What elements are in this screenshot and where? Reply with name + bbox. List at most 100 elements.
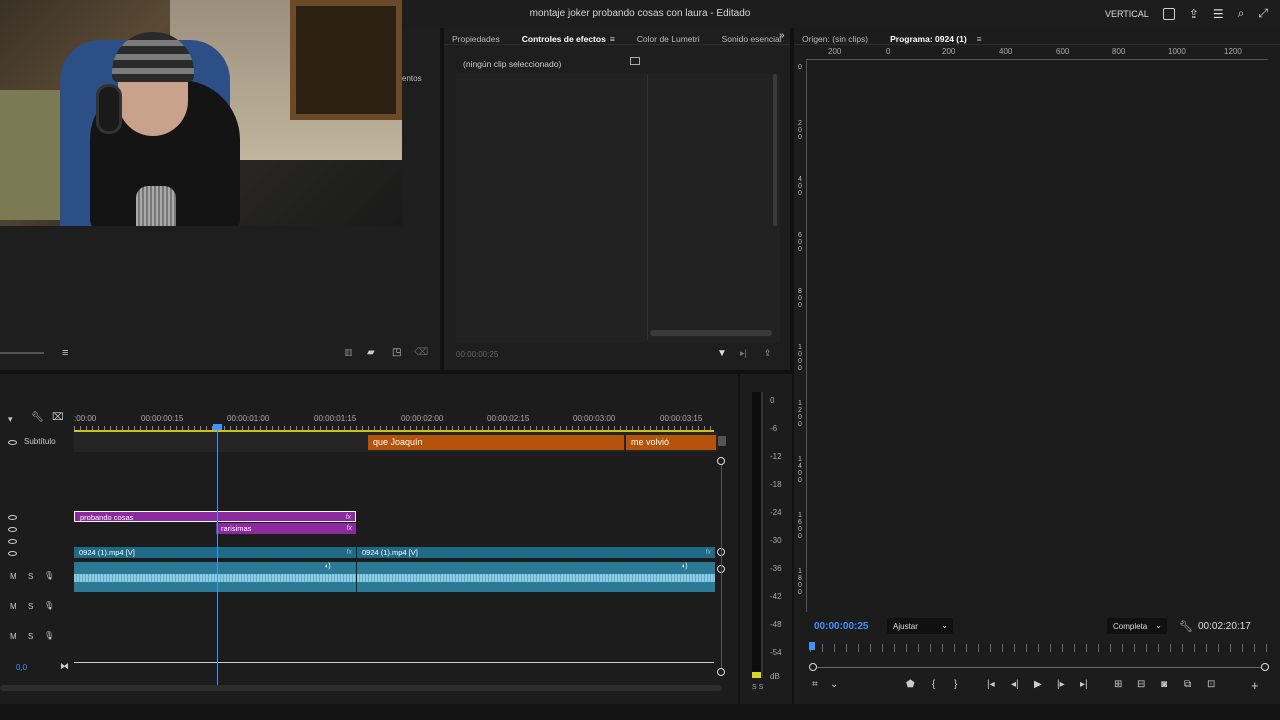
- step-back-icon[interactable]: ◂|: [1011, 679, 1019, 690]
- tab-menu-icon[interactable]: ≡: [610, 34, 615, 44]
- mute-button[interactable]: M: [10, 632, 17, 641]
- meter-solo-labels[interactable]: S S: [752, 684, 763, 691]
- share-icon[interactable]: ⇪: [1189, 7, 1199, 21]
- quality-dropdown[interactable]: Completa ⌄: [1107, 618, 1167, 634]
- subtitle-clip[interactable]: que Joaquín: [368, 435, 624, 450]
- new-item-icon[interactable]: ◳: [392, 347, 401, 358]
- speaker-icon: ◖): [324, 563, 331, 570]
- vertical-scrollbar[interactable]: [773, 74, 777, 226]
- filter-icon[interactable]: ▼: [717, 348, 727, 359]
- snap-icon[interactable]: ▾: [8, 414, 13, 425]
- tab-essential-sound[interactable]: Sonido esencial: [722, 34, 782, 44]
- horizontal-scrollbar[interactable]: [650, 330, 772, 336]
- solo-button[interactable]: S: [28, 602, 33, 611]
- audio-clip[interactable]: ◖): [74, 562, 356, 592]
- scroll-start-handle[interactable]: [809, 663, 817, 671]
- horizontal-scrollbar[interactable]: [0, 685, 722, 691]
- workspace-label[interactable]: VERTICAL: [1105, 9, 1149, 19]
- graphic-clip[interactable]: rarisimas fx: [216, 523, 356, 534]
- captions-icon[interactable]: ⌧: [52, 412, 64, 423]
- meter-bar: [752, 392, 761, 678]
- clip-label: probando cosas: [80, 513, 134, 522]
- speaker-icon: ◖): [681, 563, 688, 570]
- divider: [794, 44, 1280, 45]
- scroll-handle[interactable]: [717, 668, 725, 676]
- audio-clip[interactable]: ◖): [357, 562, 715, 592]
- multicam-icon[interactable]: ⊡: [1207, 679, 1215, 690]
- play-icon[interactable]: ▶: [1034, 679, 1042, 690]
- compare-icon[interactable]: ⧉: [1184, 679, 1191, 690]
- play-only-icon[interactable]: ▸|: [740, 348, 747, 359]
- zoom-slider[interactable]: [0, 352, 44, 354]
- mark-in-icon[interactable]: {: [932, 679, 935, 690]
- master-volume[interactable]: 0,0: [16, 663, 27, 672]
- solo-button[interactable]: S: [28, 572, 33, 581]
- mark-out-icon[interactable]: }: [954, 679, 957, 690]
- marker-icon[interactable]: ⬟: [906, 679, 915, 690]
- solo-button[interactable]: S: [28, 632, 33, 641]
- eye-icon[interactable]: [8, 515, 17, 520]
- room-window: [290, 0, 402, 120]
- fit-dropdown[interactable]: Ajustar ⌄: [887, 618, 953, 634]
- panel-icon[interactable]: [1162, 7, 1175, 20]
- overflow-icon[interactable]: »: [779, 30, 785, 41]
- eye-icon[interactable]: [8, 539, 17, 544]
- subtitle-clip[interactable]: me volvió: [626, 435, 716, 450]
- program-menu-icon[interactable]: ≡: [977, 34, 982, 44]
- master-track-icon[interactable]: ⧓: [60, 661, 69, 672]
- mic-icon[interactable]: 🎙︎: [44, 631, 54, 640]
- linked-icon[interactable]: 🔧︎: [31, 412, 44, 423]
- camera-icon[interactable]: ◙: [1161, 679, 1167, 690]
- go-to-out-icon[interactable]: ▸|: [1080, 679, 1088, 690]
- expand-icon[interactable]: [630, 57, 640, 65]
- mute-button[interactable]: M: [10, 602, 17, 611]
- eye-icon[interactable]: [8, 527, 17, 532]
- current-timecode[interactable]: 00:00:00:25: [814, 621, 868, 632]
- eye-icon[interactable]: [8, 551, 17, 556]
- graphic-clip[interactable]: probando cosas fx: [74, 511, 356, 522]
- fx-badge: fx: [346, 549, 352, 556]
- tab-program[interactable]: Programa: 0924 (1): [890, 34, 967, 44]
- tab-source[interactable]: Origen: (sin clips): [802, 34, 868, 44]
- ruler-label: 00:00:03:15: [660, 414, 703, 423]
- go-to-in-icon[interactable]: |◂: [987, 679, 995, 690]
- mic-icon[interactable]: 🎙︎: [44, 571, 54, 580]
- meter-label: -24: [770, 508, 782, 517]
- step-forward-icon[interactable]: |▸: [1057, 679, 1065, 690]
- timeline-ruler[interactable]: :00:00 00:00:00:15 00:00:01:00 00:00:01:…: [74, 412, 718, 432]
- scroll-end-handle[interactable]: [1261, 663, 1269, 671]
- wrench-icon[interactable]: 🔧︎: [1179, 620, 1193, 633]
- add-button-icon[interactable]: +: [1251, 678, 1259, 693]
- scroll-handle[interactable]: [717, 457, 725, 465]
- divider: [444, 44, 790, 45]
- playhead-handle[interactable]: [213, 424, 222, 430]
- mute-button[interactable]: M: [10, 572, 17, 581]
- settings-chevron-icon[interactable]: ⌄: [830, 679, 838, 690]
- fullscreen-icon[interactable]: ⤢: [1258, 6, 1268, 21]
- menu-icon[interactable]: ☰: [1213, 7, 1224, 21]
- playhead-line[interactable]: [217, 426, 218, 686]
- folder-icon[interactable]: ▰: [367, 347, 375, 358]
- trash-icon[interactable]: ⌫: [414, 347, 428, 358]
- eye-icon[interactable]: [8, 440, 17, 445]
- list-menu-icon[interactable]: ≡: [62, 347, 68, 359]
- mic-icon[interactable]: 🎙︎: [44, 601, 54, 610]
- search-icon[interactable]: ⌕: [1238, 6, 1245, 21]
- status-bar: [0, 704, 1280, 720]
- playhead[interactable]: [809, 642, 815, 650]
- video-clip[interactable]: 0924 (1).mp4 [V] fx: [74, 547, 356, 558]
- safe-margins-icon[interactable]: ⌗: [812, 679, 818, 690]
- master-volume-line[interactable]: [74, 662, 714, 663]
- ruler-label: 400: [999, 47, 1013, 56]
- sort-icon[interactable]: ▥: [344, 347, 353, 358]
- export-icon[interactable]: ⇪: [764, 348, 772, 359]
- lift-icon[interactable]: ⊞: [1114, 679, 1122, 690]
- extract-icon[interactable]: ⊟: [1137, 679, 1145, 690]
- partial-tab-label: entos: [402, 74, 422, 83]
- video-clip[interactable]: 0924 (1).mp4 [V] fx: [357, 547, 715, 558]
- tab-properties[interactable]: Propiedades: [452, 34, 500, 44]
- ruler-label: 0: [886, 47, 891, 56]
- subtitle-track-label: Subtítulo: [24, 437, 56, 446]
- tab-effect-controls[interactable]: Controles de efectos: [522, 34, 606, 44]
- tab-lumetri[interactable]: Color de Lumetri: [637, 34, 700, 44]
